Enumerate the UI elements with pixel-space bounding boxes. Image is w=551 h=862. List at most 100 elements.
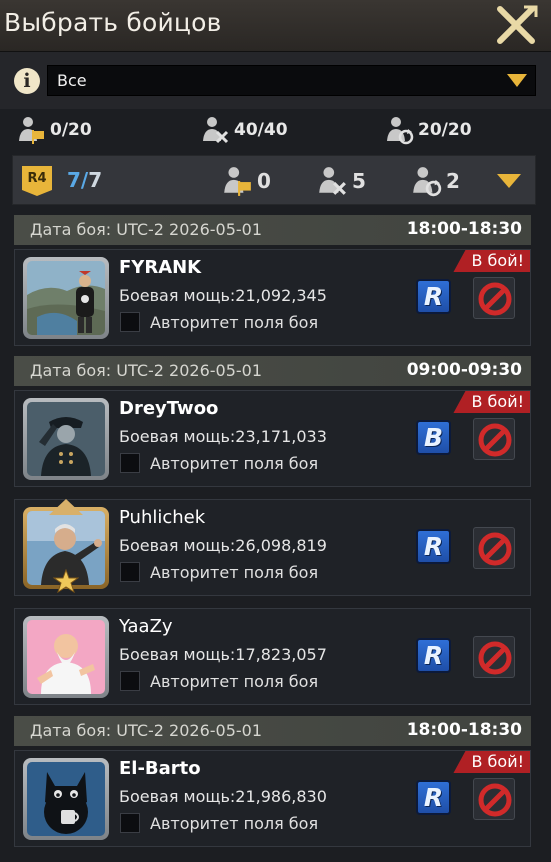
rank-selected: 7 <box>67 168 81 192</box>
frame-ornament-icon <box>49 499 83 515</box>
role-b-icon[interactable]: B <box>416 420 451 455</box>
player-name: El-Barto <box>119 758 201 779</box>
ban-icon <box>478 641 512 675</box>
stat-flag: 0/20 <box>16 115 136 145</box>
authority-checkbox[interactable] <box>120 312 140 332</box>
summary-bar[interactable]: R4 7/7 0 5 2 <box>12 155 536 205</box>
stat-refresh: 20/20 <box>384 115 504 145</box>
to-battle-tag: В бой! <box>453 250 530 272</box>
player-card[interactable]: В бой! FYRANK Боевая мощь:21,092,345 Авт… <box>14 249 531 346</box>
player-power: Боевая мощь:23,171,033 <box>119 427 327 446</box>
authority-label: Авторитет поля боя <box>150 672 319 691</box>
ban-icon <box>478 423 512 457</box>
battle-date-header: Дата боя: UTC-2 2026-05-01 18:00-18:30 <box>14 716 531 746</box>
authority-label: Авторитет поля боя <box>150 814 319 833</box>
avatar <box>23 398 109 480</box>
avatar-image <box>27 261 105 335</box>
battle-date-header: Дата боя: UTC-2 2026-05-01 18:00-18:30 <box>14 215 531 245</box>
avatar <box>23 257 109 339</box>
frame-star-icon <box>53 569 79 593</box>
authority-checkbox[interactable] <box>120 671 140 691</box>
authority-checkbox[interactable] <box>120 453 140 473</box>
player-name: DreyTwoo <box>119 398 219 419</box>
to-battle-tag: В бой! <box>453 391 530 413</box>
battle-time: 09:00-09:30 <box>406 360 522 380</box>
filter-dropdown[interactable]: Все <box>47 65 536 96</box>
exclude-button[interactable] <box>473 636 515 678</box>
summary-cross: 5 <box>316 165 386 197</box>
exclude-button[interactable] <box>473 277 515 319</box>
battle-date: Дата боя: UTC-2 2026-05-01 <box>30 220 263 239</box>
role-r-icon[interactable]: R <box>416 638 451 673</box>
avatar <box>23 616 109 698</box>
player-power: Боевая мощь:21,986,830 <box>119 787 327 806</box>
summary-cross-count: 5 <box>352 169 366 193</box>
role-letter: R <box>423 532 444 561</box>
ban-icon <box>478 532 512 566</box>
title-bar: Выбрать бойцов <box>0 0 551 52</box>
quota-stats-row: 0/20 40/40 20/20 <box>0 109 551 153</box>
avatar-image <box>27 762 105 836</box>
rank-badge: R4 <box>22 166 52 196</box>
role-r-icon[interactable]: R <box>416 780 451 815</box>
avatar-image <box>27 620 105 694</box>
player-name: Puhlichek <box>119 507 206 528</box>
battle-time: 18:00-18:30 <box>406 219 522 239</box>
authority-label: Авторитет поля боя <box>150 454 319 473</box>
soldier-refresh-icon <box>413 167 442 197</box>
player-power: Боевая мощь:17,823,057 <box>119 645 327 664</box>
stat-refresh-value: 20/20 <box>418 120 472 140</box>
avatar-image <box>27 402 105 476</box>
expand-arrow-icon[interactable] <box>496 173 522 189</box>
dropdown-arrow-icon <box>507 74 527 87</box>
soldier-cross-icon <box>203 117 229 144</box>
page-title: Выбрать бойцов <box>4 8 222 37</box>
authority-label: Авторитет поля боя <box>150 313 319 332</box>
player-card[interactable]: YaaZy Боевая мощь:17,823,057 Авторитет п… <box>14 608 531 705</box>
player-name: FYRANK <box>119 257 202 278</box>
player-card[interactable]: Puhlichek Боевая мощь:26,098,819 Авторит… <box>14 499 531 596</box>
role-letter: B <box>423 423 444 452</box>
player-power: Боевая мощь:21,092,345 <box>119 286 327 305</box>
role-letter: R <box>423 641 444 670</box>
soldier-flag-icon <box>19 117 44 144</box>
summary-refresh-count: 2 <box>446 169 460 193</box>
battle-date: Дата боя: UTC-2 2026-05-01 <box>30 361 263 380</box>
rank-total: 7 <box>88 168 103 192</box>
battle-date-header: Дата боя: UTC-2 2026-05-01 09:00-09:30 <box>14 356 531 386</box>
summary-flag-count: 0 <box>257 169 271 193</box>
exclude-button[interactable] <box>473 527 515 569</box>
battle-date: Дата боя: UTC-2 2026-05-01 <box>30 721 263 740</box>
player-name: YaaZy <box>119 616 173 637</box>
summary-refresh: 2 <box>410 165 480 197</box>
summary-flag: 0 <box>221 165 291 197</box>
soldier-flag-icon <box>224 167 251 196</box>
battle-time: 18:00-18:30 <box>406 720 522 740</box>
player-card[interactable]: В бой! El-Barto Боевая мощь:21,986,830 А… <box>14 750 531 847</box>
exclude-button[interactable] <box>473 778 515 820</box>
authority-checkbox[interactable] <box>120 562 140 582</box>
stat-flag-value: 0/20 <box>50 120 92 140</box>
rank-count: 7/7 <box>67 168 103 192</box>
filter-selected-value: Все <box>57 71 87 90</box>
info-icon[interactable]: i <box>14 68 40 94</box>
soldier-cross-icon <box>319 167 346 195</box>
authority-checkbox[interactable] <box>120 813 140 833</box>
avatar <box>23 499 109 593</box>
role-r-icon[interactable]: R <box>416 529 451 564</box>
role-r-icon[interactable]: R <box>416 279 451 314</box>
to-battle-tag: В бой! <box>453 751 530 773</box>
player-card[interactable]: В бой! DreyTwoo Боевая мощь:23,171,033 А… <box>14 390 531 487</box>
soldier-refresh-icon <box>387 117 414 145</box>
player-power: Боевая мощь:26,098,819 <box>119 536 327 555</box>
role-letter: R <box>423 783 444 812</box>
stat-cross-value: 40/40 <box>234 120 288 140</box>
ban-icon <box>478 783 512 817</box>
ban-icon <box>478 282 512 316</box>
stat-cross: 40/40 <box>200 115 320 145</box>
avatar <box>23 758 109 840</box>
close-x-icon <box>497 5 538 44</box>
exclude-button[interactable] <box>473 418 515 460</box>
role-letter: R <box>423 282 444 311</box>
close-button[interactable] <box>494 5 538 45</box>
